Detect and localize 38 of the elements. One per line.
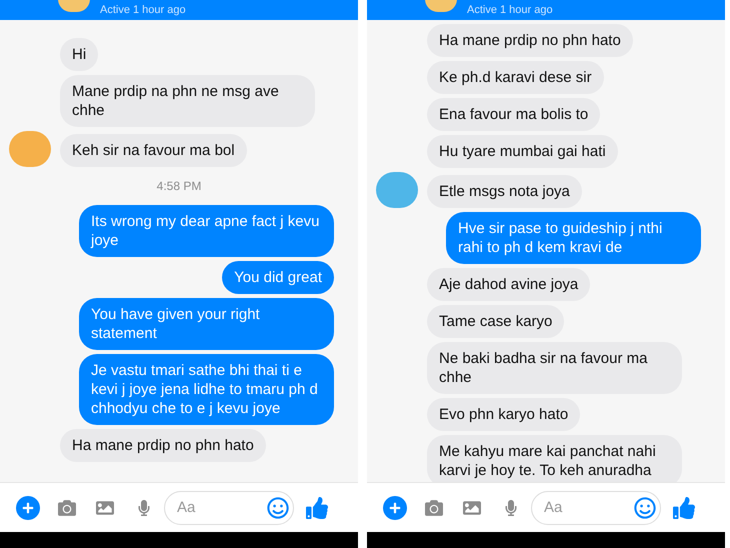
emoji-icon[interactable]: [267, 496, 289, 518]
active-status: Active 1 hour ago: [467, 3, 553, 17]
sent-message: Its wrong my dear apne fact j kevu joye: [79, 205, 334, 257]
add-button[interactable]: [16, 496, 40, 520]
image-icon[interactable]: [96, 498, 114, 516]
sent-message: You did great: [222, 261, 334, 294]
received-message: Etle msgs nota joya: [427, 175, 582, 208]
timestamp: 4:58 PM: [156, 178, 202, 195]
microphone-icon[interactable]: [136, 500, 152, 516]
add-button[interactable]: [383, 496, 407, 520]
active-status: Active 1 hour ago: [100, 3, 186, 17]
received-message: Ne baki badha sir na favour ma chhe: [427, 342, 682, 394]
emoji-icon[interactable]: [634, 496, 656, 518]
received-message: Ha mane prdip no phn hato: [427, 24, 633, 57]
received-message: Ena favour ma bolis to: [427, 98, 600, 131]
camera-icon[interactable]: [425, 498, 443, 516]
received-message: Ha mane prdip no phn hato: [60, 429, 266, 462]
received-message: Hu tyare mumbai gai hati: [427, 135, 618, 168]
received-message: Me kahyu mare kai panchat nahi karvi je hoy te. To keh anuradha: [427, 435, 682, 482]
message-field[interactable]: Aa: [531, 490, 661, 524]
received-message: Evo phn karyo hato: [427, 398, 580, 431]
plus-icon: [22, 502, 34, 514]
image-icon[interactable]: [463, 498, 481, 516]
plus-icon: [389, 502, 401, 514]
camera-icon[interactable]: [58, 498, 76, 516]
received-message: Ke ph.d karavi dese sir: [427, 61, 604, 94]
sent-message: Hve sir pase to guideship j nthi rahi to ph d kem kravi de: [446, 212, 701, 264]
sent-message: Je vastu tmari sathe bhi thai ti e kevi j joye jena lidhe to tmaru ph d chhodyu che to e j kevu joye: [79, 354, 334, 425]
received-message: Keh sir na favour ma bol: [60, 134, 247, 167]
received-message: Aje dahod avine joya: [427, 268, 590, 301]
message-field[interactable]: Aa: [164, 490, 294, 524]
received-message: Hi: [60, 38, 98, 71]
microphone-icon[interactable]: [503, 500, 519, 516]
thumbs-up-icon[interactable]: [306, 496, 328, 518]
received-message: Tame case karyo: [427, 305, 564, 338]
received-message: Mane prdip na phn ne msg ave chhe: [60, 75, 315, 127]
sent-message: You have given your right statement: [79, 298, 334, 350]
thumbs-up-icon[interactable]: [673, 496, 695, 518]
